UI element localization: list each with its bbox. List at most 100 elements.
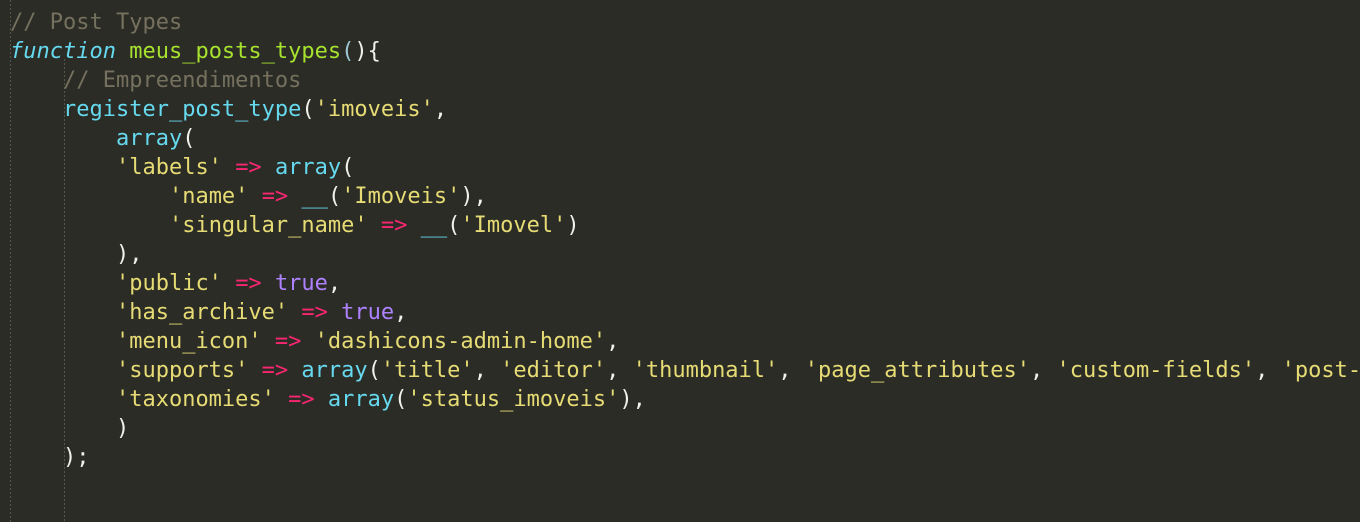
token-punct: ) [354, 39, 368, 64]
token-string: 'supports' [115, 358, 249, 383]
code-line[interactable]: 'taxonomies' => array('status_imoveis'), [0, 385, 1360, 414]
token-punct: ( [182, 126, 196, 151]
token-call: array [327, 387, 395, 412]
code-line[interactable]: ); [0, 443, 1360, 472]
token-arrow: => [261, 184, 289, 209]
token-arrow: => [288, 387, 315, 412]
token-comment: // Empreendimentos [62, 68, 302, 93]
token-punct: ) [115, 242, 130, 267]
token-call: __ [301, 184, 328, 209]
token-string: 'labels' [115, 155, 222, 180]
token-punct-b: ( [341, 39, 355, 64]
token-string: 'singular_name' [168, 213, 368, 238]
token-string: 'taxonomies' [115, 387, 275, 412]
token-string: 'Imoveis' [341, 184, 461, 209]
code-line[interactable]: // Empreendimentos [0, 66, 1360, 95]
token-string: 'page_attributes' [804, 358, 1030, 383]
token-arrow: => [235, 155, 262, 180]
token-punct: , [1255, 358, 1282, 383]
token-string: 'title' [380, 358, 474, 383]
token-punct: , [473, 184, 487, 209]
token-punct: , [606, 329, 620, 354]
token-string: 'name' [168, 184, 249, 209]
token-punct: ( [341, 155, 355, 180]
token-punct: , [778, 358, 805, 383]
token-punct: ( [447, 213, 461, 238]
token-arrow: => [274, 329, 302, 354]
token-string: 'imoveis' [314, 97, 434, 122]
code-content[interactable]: // Post Types function meus_posts_types()… [0, 0, 1360, 472]
code-line[interactable]: register_post_type('imoveis', [0, 95, 1360, 124]
token-punct: , [632, 387, 646, 412]
token-string: 'has_archive' [115, 300, 289, 325]
token-call: array [274, 155, 342, 180]
token-string: 'custom-fields' [1056, 358, 1256, 383]
code-line[interactable]: ), [0, 240, 1360, 269]
token-call: __ [420, 213, 448, 238]
code-line[interactable]: ) [0, 414, 1360, 443]
code-line[interactable]: 'menu_icon' => 'dashicons-admin-home', [0, 327, 1360, 356]
token-arrow: => [301, 300, 328, 325]
code-line[interactable]: 'has_archive' => true, [0, 298, 1360, 327]
token-string: 'dashicons-admin-home' [314, 329, 607, 354]
token-punct: ) [62, 445, 77, 470]
code-line[interactable]: // Post Types [0, 8, 1360, 37]
token-punct: ( [394, 387, 408, 412]
code-line[interactable]: 'singular_name' => __('Imovel') [0, 211, 1360, 240]
code-line[interactable]: function meus_posts_types(){ [0, 37, 1360, 66]
token-punct: ( [327, 184, 342, 209]
token-const: true [274, 271, 328, 296]
code-line[interactable]: 'labels' => array( [0, 153, 1360, 182]
token-punct: , [129, 242, 143, 267]
code-line[interactable]: 'supports' => array('title', 'editor', '… [0, 356, 1360, 385]
token-punct: { [367, 39, 381, 64]
token-punct: , [606, 358, 633, 383]
token-string: 'Imovel' [460, 213, 567, 238]
token-call: array [115, 126, 183, 151]
token-string: 'post-formats' [1281, 358, 1360, 383]
token-call: array [301, 358, 368, 383]
token-punct: , [394, 300, 408, 325]
code-line[interactable]: array( [0, 124, 1360, 153]
code-line[interactable]: 'name' => __('Imoveis'), [0, 182, 1360, 211]
token-arrow: => [235, 271, 262, 296]
code-editor[interactable]: // Post Types function meus_posts_types()… [0, 0, 1360, 522]
token-call: register_post_type [62, 97, 302, 122]
token-punct: ) [460, 184, 474, 209]
token-string: 'thumbnail' [632, 358, 779, 383]
token-punct: ( [367, 358, 381, 383]
token-punct: ( [301, 97, 315, 122]
token-fnname: meus_posts_types [129, 39, 342, 64]
token-arrow: => [380, 213, 408, 238]
token-punct: , [433, 97, 448, 122]
token-const: true [341, 300, 395, 325]
code-line[interactable]: 'public' => true, [0, 269, 1360, 298]
token-punct: ) [115, 416, 130, 441]
